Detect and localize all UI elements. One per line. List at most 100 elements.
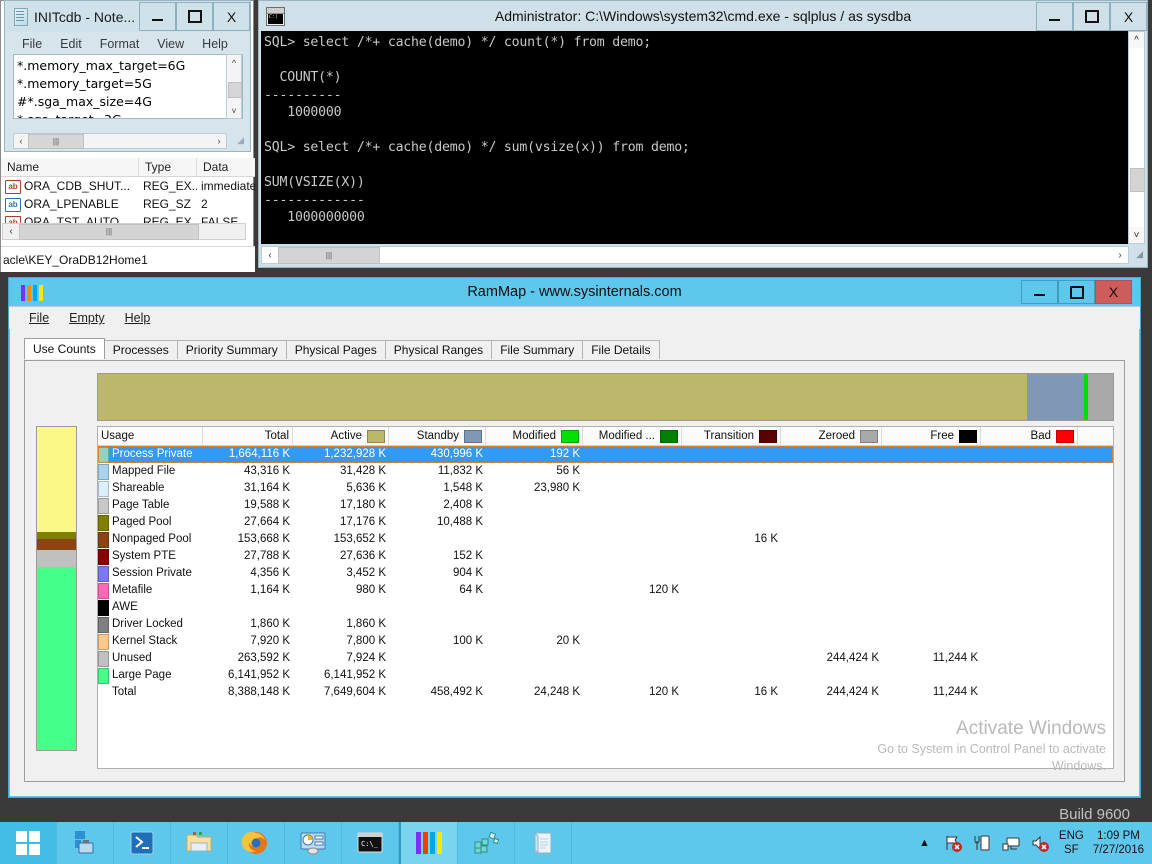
menu-item-view[interactable]: View [148, 37, 193, 51]
menu-item-edit[interactable]: Edit [51, 37, 91, 51]
tab-physical-pages[interactable]: Physical Pages [285, 340, 386, 359]
start-button[interactable] [0, 822, 57, 864]
resize-grip-icon[interactable]: ◢ [237, 135, 244, 146]
clock[interactable]: 1:09 PM 7/27/2016 [1093, 829, 1144, 857]
usage-column-free[interactable]: Free [882, 427, 981, 445]
rammap-title-bar[interactable]: RamMap - www.sysinternals.com X [9, 278, 1140, 306]
usage-column-modified[interactable]: Modified [486, 427, 583, 445]
tab-file-summary[interactable]: File Summary [491, 340, 584, 359]
menu-item-empty[interactable]: Empty [59, 311, 114, 325]
usage-column-standby[interactable]: Standby [389, 427, 486, 445]
table-row[interactable]: Unused 263,592 K 7,924 K 244,424 K 11,244 K [98, 650, 1113, 667]
usage-column-modified[interactable]: Modified ... [583, 427, 682, 445]
usage-column-zeroed[interactable]: Zeroed [781, 427, 882, 445]
minimize-button[interactable] [1036, 2, 1073, 31]
cmd-vertical-scrollbar[interactable]: ^ ˅ [1128, 31, 1145, 244]
scroll-thumb[interactable] [228, 82, 242, 98]
tab-use-counts[interactable]: Use Counts [24, 338, 105, 359]
cmd-console-output[interactable]: SQL> select /*+ cache(demo) */ count(*) … [261, 31, 1129, 244]
tab-file-details[interactable]: File Details [582, 340, 660, 359]
table-row[interactable]: ab ORA_CDB_SHUT... REG_EX... immediate [1, 177, 255, 195]
scroll-left-icon[interactable]: ‹ [3, 226, 19, 237]
menu-item-help[interactable]: Help [193, 37, 237, 51]
usage-table[interactable]: Usage Total Active Standby Modified Modified … [97, 426, 1114, 769]
usage-column-usage[interactable]: Usage [98, 427, 203, 445]
usage-column-bad[interactable]: Bad [981, 427, 1078, 445]
command-prompt-button[interactable]: C:\_ [342, 822, 399, 864]
scroll-right-icon[interactable]: › [1112, 250, 1128, 261]
notepad-title-bar[interactable]: INITcdb - Note... X [5, 1, 250, 32]
process-explorer-button[interactable] [458, 822, 515, 864]
powershell-button[interactable] [114, 822, 171, 864]
resize-grip-icon[interactable]: ◢ [1136, 249, 1143, 260]
scroll-right-icon[interactable]: › [212, 136, 226, 146]
registry-column-type[interactable]: Type [139, 158, 197, 176]
usage-column-active[interactable]: Active [293, 427, 389, 445]
notepad-text-area[interactable]: *.memory_max_target=6G *.memory_target=5… [13, 54, 243, 119]
notepad-vertical-scrollbar[interactable]: ^ ˅ [226, 54, 242, 119]
close-button[interactable]: X [213, 2, 250, 31]
rammap-button[interactable] [399, 822, 458, 864]
usage-column-total[interactable]: Total [203, 427, 293, 445]
cmd-title-bar[interactable]: Administrator: C:\Windows\system32\cmd.e… [259, 1, 1147, 31]
notepad-window[interactable]: INITcdb - Note... X File Edit Format Vie… [4, 0, 251, 152]
table-row[interactable]: Metafile 1,164 K 980 K 64 K 120 K [98, 582, 1113, 599]
scroll-left-icon[interactable]: ‹ [262, 250, 278, 261]
scroll-thumb[interactable]: ||| [278, 246, 380, 264]
network-tools-icon[interactable] [972, 833, 992, 853]
table-row[interactable]: Mapped File 43,316 K 31,428 K 11,832 K 56 K [98, 463, 1113, 480]
table-row[interactable]: Kernel Stack 7,920 K 7,800 K 100 K 20 K [98, 633, 1113, 650]
network-icon[interactable] [1001, 833, 1021, 853]
table-row[interactable]: ab ORA_LPENABLE REG_SZ 2 [1, 195, 255, 213]
minimize-button[interactable] [1021, 280, 1058, 304]
flag-alert-icon[interactable] [943, 833, 963, 853]
menu-item-file[interactable]: File [19, 311, 59, 325]
volume-muted-icon[interactable] [1030, 833, 1050, 853]
language-indicator[interactable]: ENG SF [1059, 829, 1084, 857]
scroll-thumb[interactable]: ||| [19, 223, 199, 240]
table-row[interactable]: Process Private 1,664,116 K 1,232,928 K 430… [98, 446, 1113, 463]
table-row[interactable]: Large Page 6,141,952 K 6,141,952 K [98, 667, 1113, 684]
table-row[interactable]: Session Private 4,356 K 3,452 K 904 K [98, 565, 1113, 582]
table-row[interactable]: Page Table 19,588 K 17,180 K 2,408 K [98, 497, 1113, 514]
close-button[interactable]: X [1095, 280, 1132, 304]
cmd-horizontal-scrollbar[interactable]: ‹ ||| › [261, 246, 1129, 264]
scroll-thumb[interactable]: ||| [28, 133, 84, 149]
usage-column-transition[interactable]: Transition [682, 427, 781, 445]
registry-column-data[interactable]: Data [197, 158, 255, 176]
control-panel-button[interactable] [285, 822, 342, 864]
registry-horizontal-scrollbar[interactable]: ‹ ||| [2, 223, 246, 240]
command-prompt-window[interactable]: Administrator: C:\Windows\system32\cmd.e… [258, 0, 1148, 268]
notepad-horizontal-scrollbar[interactable]: ‹ ||| › [13, 133, 227, 149]
registry-column-name[interactable]: Name [1, 158, 139, 176]
notepad-button[interactable] [515, 822, 572, 864]
maximize-button[interactable] [1058, 280, 1095, 304]
scroll-down-icon[interactable]: ˅ [1129, 227, 1144, 243]
maximize-button[interactable] [1073, 2, 1110, 31]
server-manager-button[interactable] [57, 822, 114, 864]
menu-item-file[interactable]: File [13, 37, 51, 51]
table-row[interactable]: System PTE 27,788 K 27,636 K 152 K [98, 548, 1113, 565]
minimize-button[interactable] [139, 2, 176, 31]
tab-priority-summary[interactable]: Priority Summary [176, 340, 287, 359]
maximize-button[interactable] [176, 2, 213, 31]
table-row[interactable]: AWE [98, 599, 1113, 616]
scroll-thumb[interactable] [1130, 168, 1145, 192]
tab-physical-ranges[interactable]: Physical Ranges [384, 340, 493, 359]
tab-processes[interactable]: Processes [103, 340, 178, 359]
scroll-down-icon[interactable]: ˅ [227, 103, 241, 118]
firefox-button[interactable] [228, 822, 285, 864]
rammap-window[interactable]: RamMap - www.sysinternals.com X File Emp… [8, 277, 1141, 798]
show-hidden-icons-button[interactable]: ▲ [915, 837, 934, 849]
table-row[interactable]: Shareable 31,164 K 5,636 K 1,548 K 23,980 K [98, 480, 1113, 497]
scroll-up-icon[interactable]: ^ [227, 55, 241, 70]
table-row[interactable]: Driver Locked 1,860 K 1,860 K [98, 616, 1113, 633]
scroll-up-icon[interactable]: ^ [1129, 32, 1144, 48]
scroll-left-icon[interactable]: ‹ [14, 136, 28, 146]
file-explorer-button[interactable] [171, 822, 228, 864]
table-row[interactable]: Nonpaged Pool 153,668 K 153,652 K 16 K [98, 531, 1113, 548]
close-button[interactable]: X [1110, 2, 1147, 31]
menu-item-help[interactable]: Help [115, 311, 161, 325]
table-row[interactable]: Paged Pool 27,664 K 17,176 K 10,488 K [98, 514, 1113, 531]
menu-item-format[interactable]: Format [91, 37, 149, 51]
